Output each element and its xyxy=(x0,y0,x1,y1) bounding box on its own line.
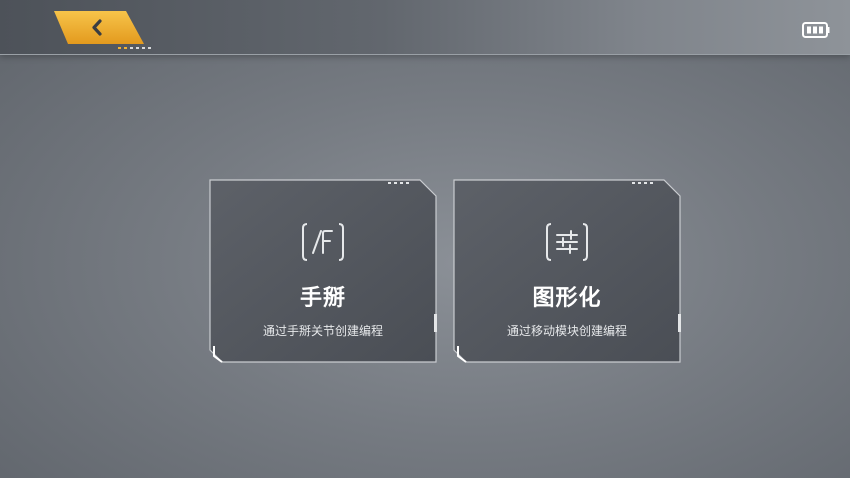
battery-icon xyxy=(802,22,830,38)
back-button[interactable] xyxy=(54,11,144,44)
card-description: 通过手掰关节创建编程 xyxy=(262,324,383,338)
card-title: 手掰 xyxy=(299,286,346,311)
top-bar xyxy=(0,0,850,55)
decor-dots xyxy=(118,47,151,49)
card-graphical-programming[interactable]: 图形化 通过移动模块创建编程 xyxy=(452,178,682,364)
function-icon xyxy=(302,223,344,261)
card-description: 通过移动模块创建编程 xyxy=(506,324,627,338)
card-title: 图形化 xyxy=(532,286,602,311)
card-content: 图形化 通过移动模块创建编程 xyxy=(452,178,682,364)
card-manual-programming[interactable]: 手掰 通过手掰关节创建编程 xyxy=(208,178,438,364)
sliders-icon xyxy=(546,223,588,261)
card-content: 手掰 通过手掰关节创建编程 xyxy=(208,178,438,364)
